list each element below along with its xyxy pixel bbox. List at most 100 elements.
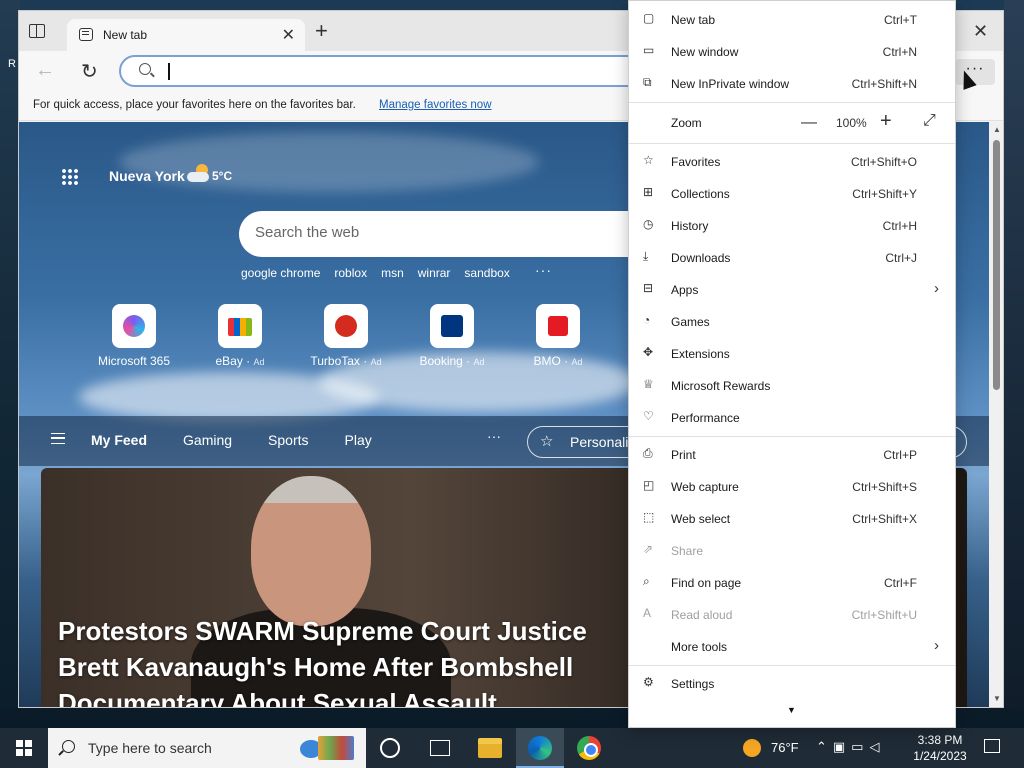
quick-link[interactable]: winrar [418, 266, 451, 280]
web-select-icon: ⬚ [643, 510, 655, 524]
page-scrollbar[interactable]: ▲ ▼ [989, 122, 1003, 707]
menu-item-performance[interactable]: ♡ Performance [629, 402, 955, 434]
microsoft-365-icon [112, 304, 156, 348]
quick-link[interactable]: msn [381, 266, 404, 280]
tab-title: New tab [103, 28, 148, 42]
tab-new-tab[interactable]: New tab ✕ [67, 19, 305, 51]
sparkle-icon: ☆ [540, 433, 554, 450]
menu-item-web-capture[interactable]: ◰ Web capture Ctrl+Shift+S [629, 471, 955, 503]
search-icon [62, 740, 75, 753]
weather-temp[interactable]: 5°C [212, 169, 232, 183]
tile-ebay[interactable]: eBay · Ad [185, 304, 295, 368]
menu-item-settings[interactable]: ⚙ Settings [629, 668, 955, 700]
edge-icon[interactable] [528, 736, 552, 760]
cortana-icon[interactable] [380, 738, 400, 758]
notification-icon[interactable] [984, 739, 1000, 753]
scrollbar-thumb[interactable] [993, 140, 1000, 390]
web-capture-icon: ◰ [643, 478, 655, 492]
zoom-value: 100% [836, 116, 867, 130]
find-icon: ⌕ [643, 574, 650, 588]
history-icon: ◷ [643, 217, 654, 231]
chrome-icon[interactable] [577, 736, 601, 760]
windows-start-icon[interactable] [16, 740, 32, 756]
clock-date: 1/24/2023 [913, 749, 967, 763]
turbotax-icon [324, 304, 368, 348]
app-launcher-icon[interactable] [61, 168, 79, 186]
new-tab-page-icon [79, 28, 93, 41]
settings-and-more-menu: ▢ New tab Ctrl+T ▭ New window Ctrl+N ⧉ N… [628, 0, 956, 728]
new-tab-button[interactable]: + [315, 20, 328, 42]
scroll-down-arrow-icon[interactable]: ▼ [993, 694, 1001, 703]
tab-gaming[interactable]: Gaming [183, 432, 232, 448]
ad-badge: Ad [571, 357, 583, 367]
taskbar-search-box[interactable]: Type here to search [48, 728, 366, 768]
sun-weather-icon[interactable] [743, 739, 761, 757]
tab-play[interactable]: Play [345, 432, 372, 448]
zoom-out-button[interactable]: — [801, 114, 817, 132]
print-icon: ⎙ [643, 446, 653, 460]
hero-headline[interactable]: Protestors SWARM Supreme Court Justice B… [58, 613, 628, 707]
quick-link[interactable]: sandbox [464, 266, 509, 280]
file-explorer-icon[interactable] [478, 738, 502, 758]
menu-item-microsoft-rewards[interactable]: ♕ Microsoft Rewards [629, 370, 955, 402]
menu-item-new-tab[interactable]: ▢ New tab Ctrl+T [629, 4, 955, 36]
menu-item-extensions[interactable]: ✥ Extensions [629, 338, 955, 370]
hamburger-menu-icon[interactable] [51, 433, 65, 444]
reload-button[interactable]: ↻ [81, 59, 98, 84]
inprivate-icon: ⧉ [643, 75, 652, 89]
menu-item-apps[interactable]: ⊟ Apps › [629, 274, 955, 306]
tab-actions-icon[interactable] [29, 24, 45, 38]
task-view-icon[interactable] [430, 740, 450, 756]
quick-links-more[interactable]: ··· [535, 262, 552, 278]
tab-my-feed[interactable]: My Feed [91, 432, 147, 448]
feed-more-button[interactable]: ··· [487, 428, 501, 444]
menu-item-collections[interactable]: ⊞ Collections Ctrl+Shift+Y [629, 178, 955, 210]
quick-link[interactable]: google chrome [241, 266, 320, 280]
games-icon: ◔ [643, 313, 651, 327]
menu-item-history[interactable]: ◷ History Ctrl+H [629, 210, 955, 242]
menu-item-favorites[interactable]: ☆ Favorites Ctrl+Shift+O [629, 146, 955, 178]
weather-city[interactable]: Nueva York [109, 168, 185, 184]
menu-item-find-on-page[interactable]: ⌕ Find on page Ctrl+F [629, 567, 955, 599]
tab-close-icon[interactable]: ✕ [282, 25, 295, 45]
zoom-label: Zoom [671, 116, 702, 130]
partly-cloudy-icon [187, 164, 209, 182]
web-search-box[interactable]: Search the web [239, 211, 659, 257]
bmo-icon [536, 304, 580, 348]
manage-favorites-link[interactable]: Manage favorites now [379, 99, 492, 111]
system-tray-icons[interactable]: ⌃▣▭◁ [816, 739, 885, 755]
clock-time: 3:38 PM [917, 733, 963, 747]
menu-scroll-down-icon[interactable]: ▼ [787, 705, 796, 715]
menu-item-downloads[interactable]: ⤓ Downloads Ctrl+J [629, 242, 955, 274]
tile-booking[interactable]: Booking · Ad [397, 304, 507, 368]
scroll-up-arrow-icon[interactable]: ▲ [993, 125, 1001, 134]
window-close-button[interactable]: ✕ [973, 21, 988, 42]
taskbar-clock[interactable]: 3:38 PM 1/24/2023 [908, 732, 972, 764]
downloads-icon: ⤓ [643, 249, 649, 263]
tile-label: eBay [215, 354, 243, 368]
fullscreen-icon[interactable]: ⤢ [923, 112, 936, 130]
zoom-in-button[interactable]: + [880, 110, 892, 133]
menu-item-print[interactable]: ⎙ Print Ctrl+P [629, 439, 955, 471]
favorites-bar-hint: For quick access, place your favorites h… [33, 99, 356, 111]
tab-sports[interactable]: Sports [268, 432, 308, 448]
new-window-icon: ▭ [643, 43, 655, 57]
tile-turbotax[interactable]: TurboTax · Ad [291, 304, 401, 368]
back-button[interactable]: ← [35, 59, 55, 82]
tile-bmo[interactable]: BMO · Ad [503, 304, 613, 368]
search-icon [139, 63, 151, 75]
quick-link[interactable]: roblox [334, 266, 367, 280]
taskbar-temperature[interactable]: 76°F [771, 740, 799, 755]
search-highlight-illustration [296, 732, 360, 764]
menu-separator [629, 143, 955, 144]
menu-item-more-tools[interactable]: More tools › [629, 631, 955, 663]
menu-item-web-select[interactable]: ⬚ Web select Ctrl+Shift+X [629, 503, 955, 535]
menu-item-new-inprivate-window[interactable]: ⧉ New InPrivate window Ctrl+Shift+N [629, 68, 955, 100]
quick-search-links: google chrome roblox msn winrar sandbox [241, 266, 510, 280]
chevron-right-icon: › [934, 280, 939, 297]
menu-item-new-window[interactable]: ▭ New window Ctrl+N [629, 36, 955, 68]
tile-microsoft-365[interactable]: Microsoft 365 [79, 304, 189, 368]
menu-item-games[interactable]: ◔ Games [629, 306, 955, 338]
desktop-left-edge: R [0, 0, 20, 708]
tile-label: Booking [419, 354, 463, 368]
